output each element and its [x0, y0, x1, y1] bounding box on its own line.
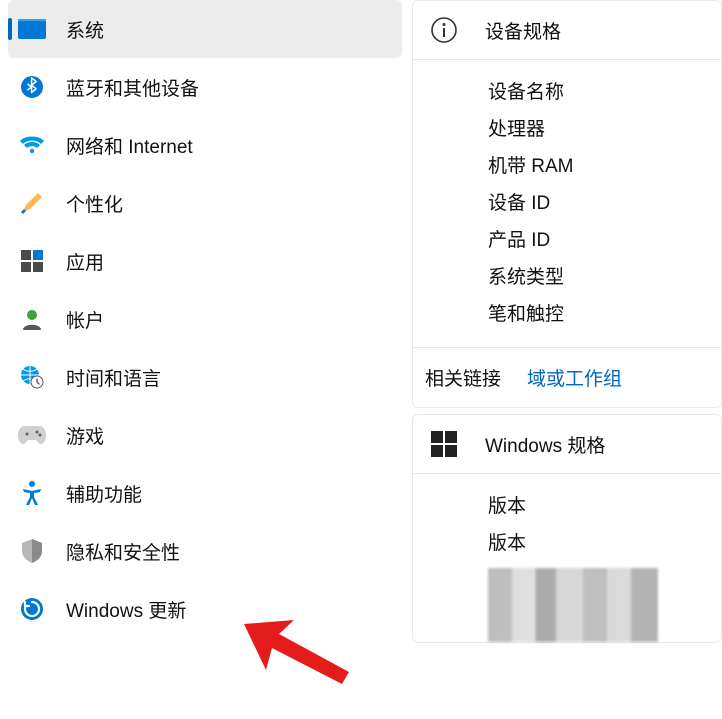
windows-spec-card: Windows 规格 版本 版本 [412, 414, 722, 643]
spec-row: 设备名称 [488, 74, 721, 111]
nav-label: 应用 [66, 248, 104, 275]
device-spec-card: 设备规格 设备名称 处理器 机带 RAM 设备 ID 产品 ID 系统类型 笔和… [412, 0, 722, 408]
windows-icon [429, 429, 459, 459]
windows-spec-title: Windows 规格 [485, 431, 605, 458]
windows-spec-list: 版本 版本 [413, 473, 721, 642]
spec-row: 产品 ID [488, 222, 721, 259]
wifi-icon [18, 131, 46, 159]
nav-label: 辅助功能 [66, 480, 142, 507]
spec-row: 设备 ID [488, 185, 721, 222]
apps-icon [18, 247, 46, 275]
spec-row: 处理器 [488, 111, 721, 148]
nav-label: 帐户 [66, 306, 104, 333]
nav-item-privacy[interactable]: 隐私和安全性 [8, 522, 402, 580]
nav-label: 蓝牙和其他设备 [66, 74, 199, 101]
globe-clock-icon [18, 363, 46, 391]
nav-item-accounts[interactable]: 帐户 [8, 290, 402, 348]
monitor-icon [18, 15, 46, 43]
update-icon [18, 595, 46, 623]
shield-icon [18, 537, 46, 565]
nav-label: 时间和语言 [66, 364, 161, 391]
nav-item-bluetooth[interactable]: 蓝牙和其他设备 [8, 58, 402, 116]
device-spec-title: 设备规格 [485, 17, 561, 44]
person-icon [18, 305, 46, 333]
nav-label: 系统 [66, 16, 104, 43]
nav-item-personalization[interactable]: 个性化 [8, 174, 402, 232]
nav-item-apps[interactable]: 应用 [8, 232, 402, 290]
related-links-label: 相关链接 [425, 364, 501, 391]
nav-item-accessibility[interactable]: 辅助功能 [8, 464, 402, 522]
nav-label: 网络和 Internet [66, 132, 193, 159]
spec-row: 机带 RAM [488, 148, 721, 185]
paintbrush-icon [18, 189, 46, 217]
spec-row: 版本 [488, 525, 721, 562]
nav-item-gaming[interactable]: 游戏 [8, 406, 402, 464]
related-links-row: 相关链接 域或工作组 [413, 347, 721, 407]
windows-spec-header[interactable]: Windows 规格 [413, 415, 721, 473]
nav-item-windows-update[interactable]: Windows 更新 [8, 580, 402, 638]
spec-row: 版本 [488, 488, 721, 525]
redacted-values [488, 568, 658, 642]
nav-item-network[interactable]: 网络和 Internet [8, 116, 402, 174]
domain-workgroup-link[interactable]: 域或工作组 [527, 364, 622, 391]
device-spec-list: 设备名称 处理器 机带 RAM 设备 ID 产品 ID 系统类型 笔和触控 [413, 59, 721, 347]
accessibility-icon [18, 479, 46, 507]
nav-item-system[interactable]: 系统 [8, 0, 402, 58]
nav-label: Windows 更新 [66, 596, 186, 623]
bluetooth-icon [18, 73, 46, 101]
nav-label: 隐私和安全性 [66, 538, 180, 565]
content-panel: 设备规格 设备名称 处理器 机带 RAM 设备 ID 产品 ID 系统类型 笔和… [412, 0, 722, 719]
spec-row: 笔和触控 [488, 296, 721, 333]
nav-label: 游戏 [66, 422, 104, 449]
settings-sidebar: 系统 蓝牙和其他设备 网络和 Internet 个性化 应用 帐户 [0, 0, 412, 719]
nav-item-time-language[interactable]: 时间和语言 [8, 348, 402, 406]
device-spec-header[interactable]: 设备规格 [413, 1, 721, 59]
spec-row: 系统类型 [488, 259, 721, 296]
info-icon [429, 15, 459, 45]
nav-label: 个性化 [66, 190, 123, 217]
gamepad-icon [18, 421, 46, 449]
